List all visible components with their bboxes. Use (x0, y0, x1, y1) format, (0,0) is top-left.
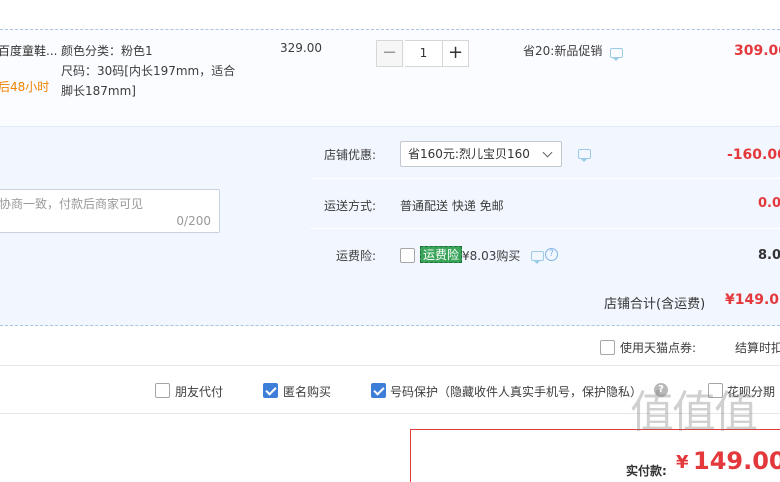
sku-size-line2: 脚长187mm] (61, 84, 136, 98)
buyer-memo-input[interactable]: 协商一致，付款后商家可见 0/200 (0, 189, 220, 233)
memo-placeholder: 协商一致，付款后商家可见 (0, 197, 144, 211)
shop-promo-label: 店铺优惠: (324, 148, 377, 162)
shop-promo-amount: -160.00 (727, 147, 780, 163)
delivery-promise: 后48小时 (0, 80, 50, 94)
friend-pay-checkbox[interactable] (155, 383, 170, 398)
freight-insurance-amount: 8.0 (758, 248, 780, 263)
watermark-logo: 值值值 (630, 387, 758, 438)
quantity-decrease-button[interactable]: − (376, 40, 403, 67)
divider (310, 228, 780, 229)
shipping-label: 运送方式: (324, 199, 377, 213)
number-protect-checkbox[interactable] (371, 383, 386, 398)
shop-total-amount: ¥149.0 (725, 292, 780, 308)
item-title-link[interactable]: 百度童鞋... (0, 42, 57, 59)
divider (310, 178, 780, 179)
message-icon[interactable] (531, 251, 544, 264)
tmall-points-checkbox[interactable] (600, 340, 615, 355)
item-promo-text: 省20:新品促销 (523, 44, 603, 58)
payment-currency: ¥ (676, 452, 689, 473)
tmall-points-note: 结算时扣 (735, 341, 780, 355)
quantity-input[interactable]: 1 (405, 40, 442, 67)
tmall-points-label: 使用天猫点券: (620, 341, 697, 355)
freight-insurance-tag: 运费险 (420, 246, 463, 263)
anonymous-label: 匿名购买 (283, 385, 332, 399)
shipping-method: 普通配送 快递 免邮 (400, 199, 504, 213)
shop-total-label: 店铺合计(含运费) (604, 297, 706, 312)
payment-label: 实付款: (626, 464, 667, 478)
message-icon[interactable] (610, 48, 623, 61)
shop-promo-select[interactable]: 省160元:烈儿宝贝160 (400, 141, 562, 167)
divider (0, 365, 780, 366)
shipping-amount: 0.0 (758, 196, 780, 211)
sku-size-line1: 尺码：30码[内长197mm，适合 (61, 64, 236, 78)
message-icon[interactable] (578, 149, 591, 162)
freight-insurance-checkbox[interactable] (400, 248, 415, 263)
help-icon[interactable]: ? (545, 248, 558, 261)
item-subtotal: 309.00 (734, 43, 780, 59)
freight-insurance-label: 运费险: (336, 249, 377, 263)
unit-price: 329.00 (280, 41, 322, 55)
anonymous-checkbox[interactable] (263, 383, 278, 398)
memo-counter: 0/200 (176, 214, 211, 228)
chevron-down-icon (542, 147, 553, 158)
number-protect-label: 号码保护（隐藏收件人真实手机号，保护隐私） (390, 385, 643, 399)
freight-insurance-price: ¥8.03购买 (462, 249, 521, 263)
quantity-increase-button[interactable]: + (442, 40, 469, 67)
shop-promo-selected: 省160元:烈儿宝贝160 (408, 147, 530, 161)
sku-color: 颜色分类：粉色1 (61, 44, 153, 58)
payment-amount: 149.00 (693, 447, 780, 475)
friend-pay-label: 朋友代付 (175, 385, 224, 399)
